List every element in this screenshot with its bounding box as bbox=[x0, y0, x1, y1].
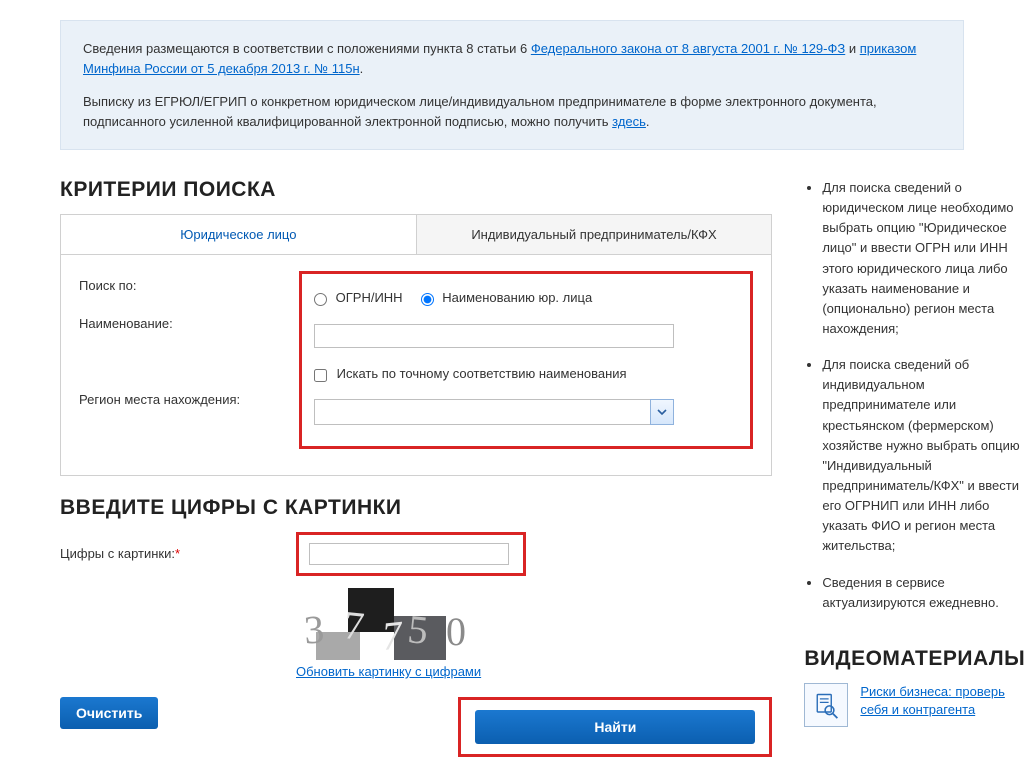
region-select[interactable] bbox=[314, 399, 674, 425]
exact-match-checkbox[interactable]: Искать по точному соответствию наименова… bbox=[314, 366, 627, 381]
info-text: Выписку из ЕГРЮЛ/ЕГРИП о конкретном юрид… bbox=[83, 94, 877, 129]
captcha-digit: 0 bbox=[446, 608, 466, 655]
chevron-down-icon bbox=[657, 407, 667, 417]
captcha-refresh-link[interactable]: Обновить картинку с цифрами bbox=[296, 664, 526, 679]
highlighted-find-button: Найти bbox=[458, 697, 772, 757]
captcha-label: Цифры с картинки:* bbox=[60, 532, 296, 679]
required-asterisk: * bbox=[175, 546, 180, 561]
clear-button[interactable]: Очистить bbox=[60, 697, 158, 729]
highlighted-captcha-input bbox=[296, 532, 526, 576]
entity-type-tabs: Юридическое лицо Индивидуальный предприн… bbox=[60, 214, 772, 254]
info-text: . bbox=[360, 61, 364, 76]
captcha-digit: 3 bbox=[302, 605, 325, 653]
info-line-2: Выписку из ЕГРЮЛ/ЕГРИП о конкретном юрид… bbox=[83, 92, 941, 131]
radio-by-name-input[interactable] bbox=[421, 293, 434, 306]
region-select-body[interactable] bbox=[314, 399, 650, 425]
captcha-input[interactable] bbox=[309, 543, 509, 565]
radio-ogrn-inn[interactable]: ОГРН/ИНН bbox=[314, 290, 403, 305]
info-text: Сведения размещаются в соответствии с по… bbox=[83, 41, 531, 56]
help-item: Для поиска сведений о юридическом лице н… bbox=[822, 178, 1024, 339]
exact-match-label: Искать по точному соответствию наименова… bbox=[337, 366, 627, 381]
here-link[interactable]: здесь bbox=[612, 114, 646, 129]
find-button[interactable]: Найти bbox=[475, 710, 755, 744]
video-item: Риски бизнеса: проверь себя и контрагент… bbox=[804, 683, 1024, 727]
tab-legal-entity[interactable]: Юридическое лицо bbox=[61, 215, 417, 254]
magnifier-document-icon bbox=[804, 683, 848, 727]
search-by-label: Поиск по: bbox=[79, 278, 299, 293]
captcha-heading: ВВЕДИТЕ ЦИФРЫ С КАРТИНКИ bbox=[60, 496, 772, 520]
captcha-digit: 7 bbox=[342, 601, 367, 650]
region-select-dropdown-button[interactable] bbox=[650, 399, 674, 425]
video-heading: ВИДЕОМАТЕРИАЛЫ bbox=[804, 647, 1024, 671]
help-list: Для поиска сведений о юридическом лице н… bbox=[804, 178, 1024, 613]
captcha-image: 3 7 7 5 0 bbox=[296, 588, 486, 660]
exact-match-checkbox-input[interactable] bbox=[314, 369, 327, 382]
info-line-1: Сведения размещаются в соответствии с по… bbox=[83, 39, 941, 78]
name-label: Наименование: bbox=[79, 316, 299, 331]
info-box: Сведения размещаются в соответствии с по… bbox=[60, 20, 964, 150]
tab-individual-entrepreneur[interactable]: Индивидуальный предприниматель/КФХ bbox=[417, 215, 772, 254]
region-label: Регион места нахождения: bbox=[79, 392, 299, 407]
criteria-heading: КРИТЕРИИ ПОИСКА bbox=[60, 178, 772, 202]
law-link[interactable]: Федерального закона от 8 августа 2001 г.… bbox=[531, 41, 845, 56]
help-item: Сведения в сервисе актуализируются ежедн… bbox=[822, 573, 1024, 613]
info-text: и bbox=[849, 41, 860, 56]
name-input[interactable] bbox=[314, 324, 674, 348]
video-link[interactable]: Риски бизнеса: проверь себя и контрагент… bbox=[860, 683, 1024, 719]
info-text: . bbox=[646, 114, 650, 129]
radio-by-name-label: Наименованию юр. лица bbox=[442, 290, 592, 305]
highlighted-search-fields: ОГРН/ИНН Наименованию юр. лица Ис bbox=[299, 271, 753, 449]
radio-ogrn-inn-input[interactable] bbox=[314, 293, 327, 306]
search-form-panel: Поиск по: Наименование: Регион места нах… bbox=[60, 254, 772, 476]
radio-by-name[interactable]: Наименованию юр. лица bbox=[421, 290, 593, 305]
help-item: Для поиска сведений об индивидуальном пр… bbox=[822, 355, 1024, 556]
radio-ogrn-inn-label: ОГРН/ИНН bbox=[336, 290, 403, 305]
